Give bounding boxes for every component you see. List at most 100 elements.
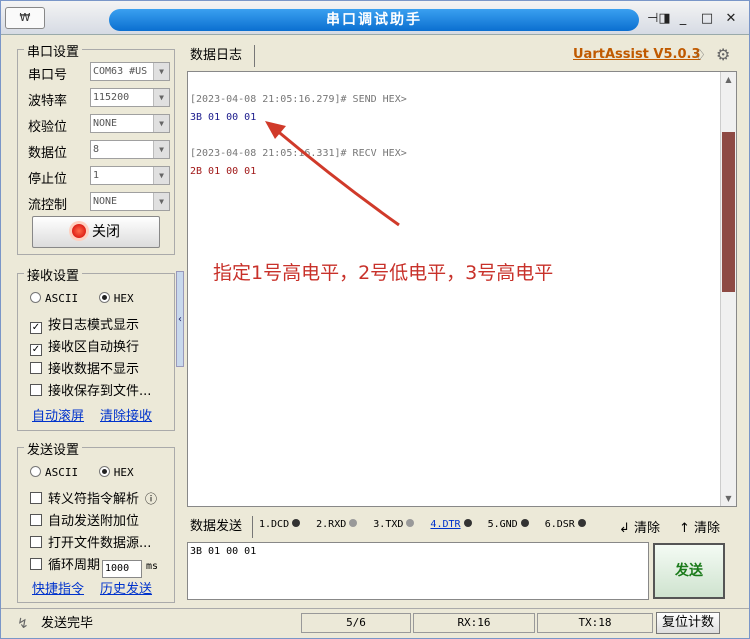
shortcut-commands-link[interactable]: 快捷指令 — [32, 578, 84, 597]
pin-txd[interactable]: 3.TXD — [373, 519, 415, 530]
flow-label: 流控制 — [28, 198, 68, 213]
serial-row-port: 串口号 COM63 #US ▼ — [28, 62, 178, 83]
chevron-down-icon[interactable]: ▼ — [153, 167, 169, 184]
cycle-label: 循环周期 — [48, 558, 101, 573]
receive-settings-title: 接收设置 — [24, 265, 83, 284]
databits-value: 8 — [93, 144, 100, 155]
clear-send-button[interactable]: ↲ 清除 — [619, 517, 660, 536]
send-option-append[interactable]: 自动发送附加位 — [30, 510, 139, 529]
close-button[interactable]: ✕ — [721, 9, 741, 29]
receive-format-radios: ASCII HEX — [30, 292, 134, 305]
send-button[interactable]: 发送 — [653, 543, 725, 599]
receive-ascii-radio[interactable] — [30, 292, 41, 303]
receive-hex-radio[interactable] — [98, 292, 110, 303]
status-ok-icon: ↯ — [17, 616, 29, 632]
app-menu-icon[interactable]: ₩ — [5, 7, 45, 29]
receive-option-log-mode[interactable]: ✓ 按日志模式显示 — [30, 314, 139, 334]
pin-rxd[interactable]: 2.RXD — [316, 519, 358, 530]
checkbox-checked[interactable]: ✓ — [30, 322, 42, 334]
serial-row-parity: 校验位 NONE ▼ — [28, 114, 178, 135]
stopbits-select[interactable]: 1 ▼ — [90, 166, 170, 185]
send-ascii-radio[interactable] — [30, 466, 41, 477]
databits-label: 数据位 — [28, 146, 68, 161]
pin-label: 4.DTR — [430, 519, 461, 530]
send-option-cycle[interactable]: 循环周期 1000 ms — [30, 554, 158, 578]
status-bar: ↯ 发送完毕 5/6 RX:16 TX:18 复位计数 — [1, 608, 749, 638]
flow-select[interactable]: NONE ▼ — [90, 192, 170, 211]
pin-gnd[interactable]: 5.GND — [488, 519, 529, 530]
cycle-input[interactable]: 1000 — [102, 560, 143, 578]
tab-data-log[interactable]: 数据日志 — [187, 45, 255, 67]
serial-row-stopbits: 停止位 1 ▼ — [28, 166, 178, 187]
pin-status-row: 1.DCD 2.RXD 3.TXD 4.DTR 5.GND 6.DSR — [259, 519, 596, 530]
send-hex-label: HEX — [113, 466, 134, 479]
baud-select[interactable]: 115200 ▼ — [90, 88, 170, 107]
receive-option-save-file[interactable]: 接收保存到文件... — [30, 380, 151, 399]
collapse-panel-handle[interactable]: ‹ — [176, 271, 184, 367]
send-hex-radio[interactable] — [98, 466, 110, 477]
maximize-button[interactable]: □ — [697, 9, 717, 29]
cycle-unit: ms — [146, 561, 159, 572]
send-option-label: 自动发送附加位 — [48, 514, 140, 529]
checkbox-unchecked[interactable] — [30, 384, 42, 396]
checkbox-unchecked[interactable] — [30, 558, 42, 570]
status-tx: TX:18 — [537, 613, 653, 633]
minimize-button[interactable]: _ — [673, 9, 693, 29]
clear-send-label: 清除 — [634, 521, 661, 536]
auto-scroll-link[interactable]: 自动滚屏 — [32, 405, 84, 424]
clear-receive-link[interactable]: 清除接收 — [100, 405, 152, 424]
status-rx: RX:16 — [413, 613, 535, 633]
chevron-left-icon[interactable]: ‹ — [178, 314, 182, 325]
checkbox-unchecked[interactable] — [30, 536, 42, 548]
brand-link[interactable]: UartAssist V5.0.3 — [573, 47, 701, 62]
parity-select[interactable]: NONE ▼ — [90, 114, 170, 133]
serial-settings-title: 串口设置 — [24, 41, 83, 60]
send-history-link[interactable]: 历史发送 — [100, 578, 152, 597]
send-option-label: 转义符指令解析 — [48, 492, 140, 507]
receive-hex-label: HEX — [113, 292, 134, 305]
chevron-down-icon[interactable]: ▼ — [153, 115, 169, 132]
checkbox-unchecked[interactable] — [30, 514, 42, 526]
parity-label: 校验位 — [28, 120, 68, 135]
close-port-label: 关闭 — [92, 224, 120, 240]
checkbox-unchecked[interactable] — [30, 492, 42, 504]
receive-option-hide-data[interactable]: 接收数据不显示 — [30, 358, 139, 377]
stopbits-label: 停止位 — [28, 172, 68, 187]
diamond-icon[interactable]: ♢ — [693, 46, 706, 64]
info-icon[interactable]: ⓘ — [145, 492, 157, 506]
receive-settings-group: 接收设置 ASCII HEX ✓ 按日志模式显示 ✓ 接收区自动换行 接收数据不显示… — [17, 265, 175, 431]
tab-data-send[interactable]: 数据发送 — [187, 516, 253, 538]
port-select[interactable]: COM63 #US ▼ — [90, 62, 170, 81]
chevron-down-icon[interactable]: ▼ — [153, 89, 169, 106]
pin-label: 3.TXD — [373, 519, 404, 530]
clear-counter-label: 清除 — [694, 521, 721, 536]
clear-counter-button[interactable]: ↑ 清除 — [679, 517, 720, 536]
send-input[interactable]: 3B 01 00 01 — [187, 542, 649, 600]
send-settings-group: 发送设置 ASCII HEX 转义符指令解析 ⓘ 自动发送附加位 打开文件数据源.… — [17, 439, 175, 603]
send-settings-title: 发送设置 — [24, 439, 83, 458]
checkbox-unchecked[interactable] — [30, 362, 42, 374]
close-port-button[interactable]: 关闭 — [32, 216, 160, 248]
pin-icon[interactable]: ⊣◨ — [647, 9, 671, 29]
receive-ascii-label: ASCII — [45, 292, 79, 305]
send-option-file-source[interactable]: 打开文件数据源... — [30, 532, 151, 551]
chevron-down-icon[interactable]: ▼ — [153, 63, 169, 80]
up-arrow-icon: ↑ — [679, 521, 690, 536]
gear-icon[interactable]: ⚙ — [716, 45, 730, 64]
send-option-label: 打开文件数据源... — [48, 536, 152, 551]
databits-select[interactable]: 8 ▼ — [90, 140, 170, 159]
return-arrow-icon: ↲ — [619, 521, 630, 536]
receive-option-auto-wrap[interactable]: ✓ 接收区自动换行 — [30, 336, 139, 356]
reset-count-button[interactable]: 复位计数 — [656, 612, 720, 634]
pin-led-icon — [406, 519, 415, 527]
pin-dtr[interactable]: 4.DTR — [430, 519, 472, 530]
chevron-down-icon[interactable]: ▼ — [153, 141, 169, 158]
chevron-down-icon[interactable]: ▼ — [153, 193, 169, 210]
checkbox-checked[interactable]: ✓ — [30, 344, 42, 356]
pin-dsr[interactable]: 6.DSR — [545, 519, 586, 530]
pin-dcd[interactable]: 1.DCD — [259, 519, 301, 530]
port-value: COM63 #US — [93, 66, 148, 77]
receive-option-label: 接收区自动换行 — [48, 340, 140, 355]
send-option-escape[interactable]: 转义符指令解析 ⓘ — [30, 488, 157, 507]
serial-settings-group: 串口设置 串口号 COM63 #US ▼ 波特率 115200 ▼ 校验位 NONE… — [17, 41, 178, 255]
